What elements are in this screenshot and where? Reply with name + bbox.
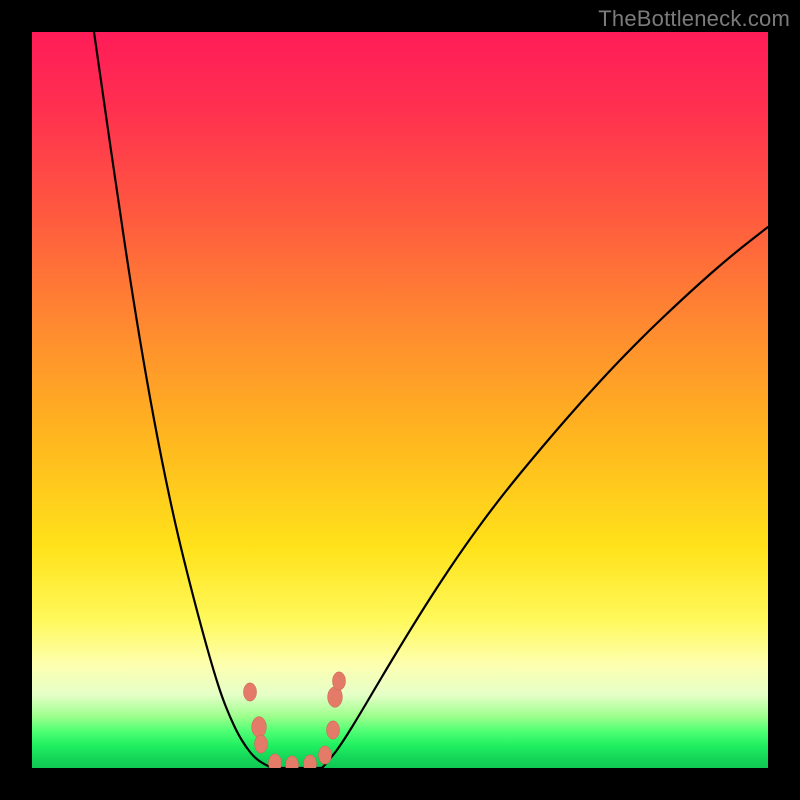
data-point-2 — [254, 735, 267, 753]
data-point-7 — [326, 721, 339, 739]
chart-svg — [32, 32, 768, 768]
data-point-3 — [268, 754, 281, 768]
dots-group — [243, 672, 345, 768]
data-point-1 — [252, 717, 267, 738]
watermark-text: TheBottleneck.com — [598, 6, 790, 32]
curve-left-branch — [94, 32, 272, 768]
data-point-4 — [285, 756, 298, 768]
data-point-5 — [303, 755, 316, 768]
data-point-9 — [332, 672, 345, 690]
data-point-6 — [318, 746, 331, 764]
plot-area — [32, 32, 768, 768]
chart-frame: TheBottleneck.com — [0, 0, 800, 800]
curve-right-branch — [322, 227, 768, 768]
curve-group — [94, 32, 768, 768]
data-point-0 — [243, 683, 256, 701]
